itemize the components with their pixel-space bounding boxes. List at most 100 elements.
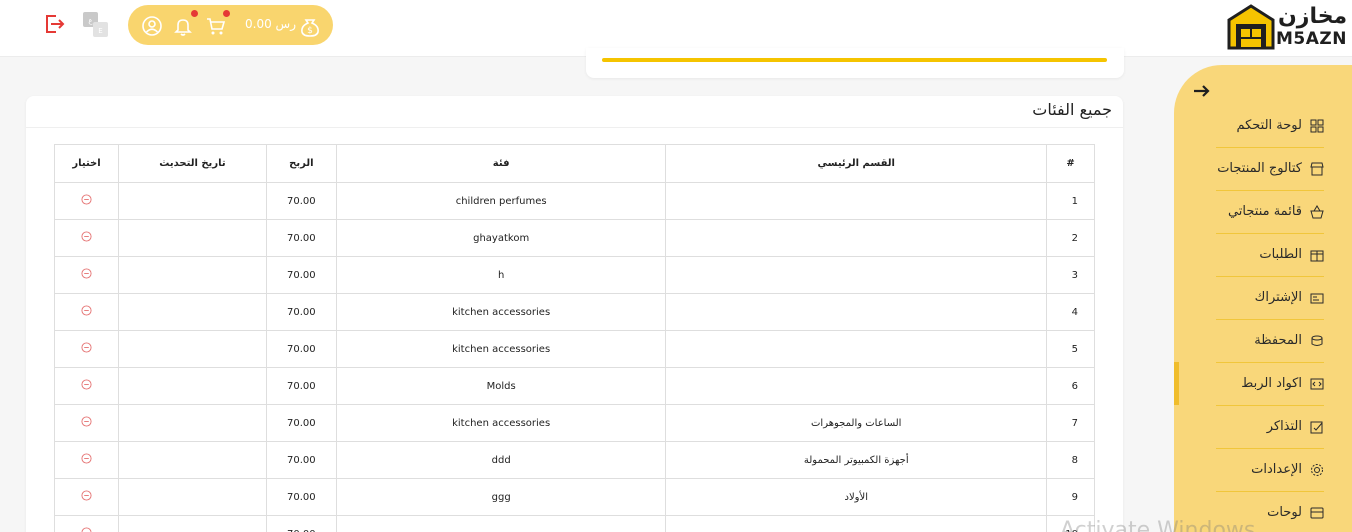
main-section-cell: الأولاد [665, 478, 1048, 516]
coins-icon [1311, 335, 1323, 346]
select-circle-icon[interactable] [81, 527, 92, 532]
select-cell [53, 367, 120, 405]
category-cell: children perfumes [335, 182, 667, 220]
category-cell: kitchen accessories [335, 330, 667, 368]
row-number: 2 [1046, 219, 1095, 257]
sidebar-item-label: لوحة التحكم [1236, 118, 1302, 133]
sidebar-item-gear[interactable]: الإعدادات [1216, 449, 1324, 492]
category-cell: ddd [335, 441, 667, 479]
card-header: جميع الفئات [26, 96, 1123, 128]
arrow-right-icon[interactable] [1191, 81, 1211, 101]
sidebar-item-coins[interactable]: المحفظة [1216, 320, 1324, 363]
category-cell: ggg [335, 478, 667, 516]
windows-watermark: Activate Windows [1060, 518, 1256, 532]
logout-icon[interactable] [42, 12, 66, 36]
box-icon [1310, 250, 1324, 262]
profit-cell: 70.00 [265, 256, 337, 294]
categories-card: جميع الفئات # القسم الرئيسي فئة الربح تا… [26, 96, 1123, 532]
updated-date-cell [118, 515, 267, 532]
table-row: 1 children perfumes 70.00 [53, 182, 1095, 220]
user-icon[interactable] [141, 15, 163, 37]
brand-name-english: M5AZN [1276, 29, 1347, 49]
header-actions-pill: 0.00 رس $ [128, 5, 333, 45]
gear-icon [1311, 464, 1323, 476]
row-number: 6 [1046, 367, 1095, 405]
id-card-icon [1310, 293, 1324, 304]
table-header-row: # القسم الرئيسي فئة الربح تاريخ التحديث … [53, 144, 1095, 183]
sidebar-item-label: الطلبات [1259, 247, 1302, 262]
profit-cell: 70.00 [265, 478, 337, 516]
categories-table: # القسم الرئيسي فئة الربح تاريخ التحديث … [53, 144, 1095, 532]
updated-date-cell [118, 330, 267, 368]
category-cell [335, 515, 667, 532]
select-cell [53, 330, 120, 368]
category-cell: ghayatkom [335, 219, 667, 257]
updated-date-cell [118, 182, 267, 220]
table-row: 7 الساعات والمجوهرات kitchen accessories 70… [53, 404, 1095, 442]
sidebar-item-label: المحفظة [1254, 333, 1302, 348]
column-header-profit: الربح [265, 144, 337, 183]
profit-cell: 70.00 [265, 219, 337, 257]
brand-logo[interactable]: مخازن M5AZN [1226, 2, 1347, 50]
row-number: 1 [1046, 182, 1095, 220]
table-row: 9 الأولاد ggg 70.00 [53, 478, 1095, 516]
category-cell: kitchen accessories [335, 404, 667, 442]
main-section-cell [665, 515, 1048, 532]
table-row: 3 h 70.00 [53, 256, 1095, 294]
language-icon[interactable]: ع E [82, 11, 110, 39]
column-header-updated-date: تاريخ التحديث [118, 144, 267, 183]
column-header-select: اختيار [53, 144, 120, 183]
main-section-cell: الساعات والمجوهرات [665, 404, 1048, 442]
select-circle-icon[interactable] [81, 490, 92, 501]
profit-cell: 70.00 [265, 441, 337, 479]
cart-icon[interactable] [205, 15, 227, 37]
store-icon [1310, 162, 1324, 176]
main-section-cell [665, 256, 1048, 294]
table-row: 2 ghayatkom 70.00 [53, 219, 1095, 257]
column-header-number: # [1046, 144, 1095, 183]
sidebar-item-dashboard[interactable]: لوحة التحكم [1216, 105, 1324, 148]
table-row: 5 kitchen accessories 70.00 [53, 330, 1095, 368]
updated-date-cell [118, 441, 267, 479]
profit-cell: 70.00 [265, 404, 337, 442]
sidebar: لوحة التحكم كتالوج المنتجات قائمة منتجاتي ا… [1174, 65, 1352, 532]
page-title: جميع الفئات [1032, 100, 1112, 119]
select-circle-icon[interactable] [81, 268, 92, 279]
select-circle-icon[interactable] [81, 231, 92, 242]
main-section-cell: أجهزة الكمبيوتر المحمولة [665, 441, 1048, 479]
active-indicator [1174, 362, 1179, 405]
sidebar-item-store[interactable]: كتالوج المنتجات [1216, 148, 1324, 191]
sidebar-item-code[interactable]: اكواد الربط [1216, 363, 1324, 406]
sidebar-item-basket[interactable]: قائمة منتجاتي [1216, 191, 1324, 234]
select-circle-icon[interactable] [81, 194, 92, 205]
cart-badge [223, 10, 230, 17]
category-cell: h [335, 256, 667, 294]
ticket-icon [1310, 421, 1323, 434]
select-circle-icon[interactable] [81, 416, 92, 427]
table-row: 1070.00 [53, 515, 1095, 532]
select-circle-icon[interactable] [81, 305, 92, 316]
updated-date-cell [118, 478, 267, 516]
sidebar-item-box[interactable]: الطلبات [1216, 234, 1324, 277]
profit-cell: 70.00 [265, 515, 337, 532]
updated-date-cell [118, 404, 267, 442]
select-circle-icon[interactable] [81, 453, 92, 464]
row-number: 7 [1046, 404, 1095, 442]
sidebar-item-ticket[interactable]: التذاكر [1216, 406, 1324, 449]
bell-icon[interactable] [172, 15, 194, 37]
progress-bar [602, 58, 1107, 62]
row-number: 3 [1046, 256, 1095, 294]
select-circle-icon[interactable] [81, 342, 92, 353]
sidebar-item-label: التذاكر [1266, 419, 1302, 434]
select-cell [53, 219, 120, 257]
select-cell [53, 404, 120, 442]
select-cell [53, 478, 120, 516]
row-number: 4 [1046, 293, 1095, 331]
select-circle-icon[interactable] [81, 379, 92, 390]
table-row: 4 kitchen accessories 70.00 [53, 293, 1095, 331]
sidebar-item-id-card[interactable]: الإشتراك [1216, 277, 1324, 320]
updated-date-cell [118, 293, 267, 331]
sidebar-item-label: لوحات [1267, 505, 1302, 520]
select-cell [53, 515, 120, 532]
money-bag-icon[interactable]: $ [298, 14, 322, 38]
